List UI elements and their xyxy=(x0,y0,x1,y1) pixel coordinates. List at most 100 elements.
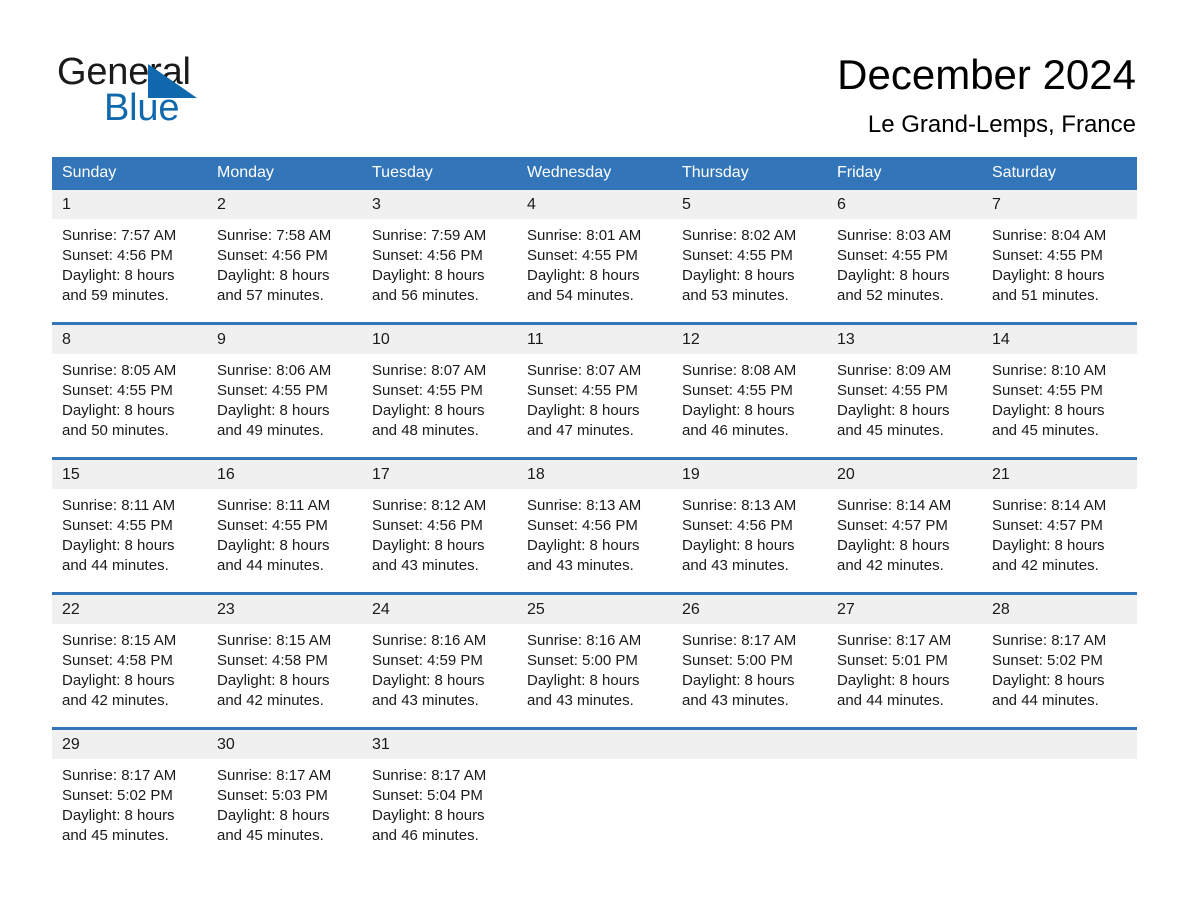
sunset-text: Sunset: 4:59 PM xyxy=(372,652,483,669)
day-cell[interactable]: Sunrise: 8:15 AM Sunset: 4:58 PM Dayligh… xyxy=(207,624,362,729)
day-number[interactable]: 6 xyxy=(827,190,982,219)
day-number[interactable]: 19 xyxy=(672,457,827,489)
day-number[interactable]: 26 xyxy=(672,592,827,624)
day-cell[interactable]: Sunrise: 8:17 AM Sunset: 5:02 PM Dayligh… xyxy=(982,624,1137,729)
day-cell[interactable]: Sunrise: 8:03 AM Sunset: 4:55 PM Dayligh… xyxy=(827,219,982,324)
day-cell[interactable]: Sunrise: 8:12 AM Sunset: 4:56 PM Dayligh… xyxy=(362,489,517,594)
day-cell[interactable]: Sunrise: 7:59 AM Sunset: 4:56 PM Dayligh… xyxy=(362,219,517,324)
day-cell[interactable]: Sunrise: 8:07 AM Sunset: 4:55 PM Dayligh… xyxy=(517,354,672,459)
day-number[interactable]: 14 xyxy=(982,322,1137,354)
day-number[interactable]: 23 xyxy=(207,592,362,624)
day-number[interactable]: 25 xyxy=(517,592,672,624)
day-cell[interactable]: Sunrise: 8:11 AM Sunset: 4:55 PM Dayligh… xyxy=(52,489,207,594)
daylight-text-line1: Daylight: 8 hours xyxy=(992,267,1105,284)
sunrise-text: Sunrise: 8:16 AM xyxy=(527,632,642,649)
day-number[interactable]: 7 xyxy=(982,190,1137,219)
day-cell[interactable]: Sunrise: 8:13 AM Sunset: 4:56 PM Dayligh… xyxy=(672,489,827,594)
page-title: December 2024 xyxy=(837,51,1136,98)
day-cell[interactable]: Sunrise: 8:11 AM Sunset: 4:55 PM Dayligh… xyxy=(207,489,362,594)
day-number[interactable]: 28 xyxy=(982,592,1137,624)
day-cell[interactable]: Sunrise: 8:17 AM Sunset: 5:00 PM Dayligh… xyxy=(672,624,827,729)
sunrise-text: Sunrise: 8:04 AM xyxy=(992,227,1107,244)
sunrise-text: Sunrise: 8:07 AM xyxy=(372,362,487,379)
day-cell[interactable]: Sunrise: 8:13 AM Sunset: 4:56 PM Dayligh… xyxy=(517,489,672,594)
sunrise-text: Sunrise: 8:16 AM xyxy=(372,632,487,649)
daylight-text-line2: and 44 minutes. xyxy=(217,557,324,574)
day-cell[interactable]: Sunrise: 8:14 AM Sunset: 4:57 PM Dayligh… xyxy=(982,489,1137,594)
day-number[interactable]: 31 xyxy=(362,727,517,759)
day-number[interactable]: 15 xyxy=(52,457,207,489)
daylight-text-line2: and 45 minutes. xyxy=(62,827,169,844)
daylight-text-line1: Daylight: 8 hours xyxy=(837,537,950,554)
day-cell[interactable]: Sunrise: 8:14 AM Sunset: 4:57 PM Dayligh… xyxy=(827,489,982,594)
day-cell[interactable]: Sunrise: 7:57 AM Sunset: 4:56 PM Dayligh… xyxy=(52,219,207,324)
daylight-text-line2: and 48 minutes. xyxy=(372,422,479,439)
day-cell[interactable]: Sunrise: 8:17 AM Sunset: 5:03 PM Dayligh… xyxy=(207,759,362,862)
weekday-header-sunday: Sunday xyxy=(52,157,207,190)
day-number[interactable]: 16 xyxy=(207,457,362,489)
sunrise-text: Sunrise: 8:13 AM xyxy=(527,497,642,514)
day-number[interactable]: 21 xyxy=(982,457,1137,489)
day-number[interactable]: 22 xyxy=(52,592,207,624)
sunset-text: Sunset: 4:56 PM xyxy=(372,247,483,264)
day-number[interactable]: 20 xyxy=(827,457,982,489)
day-number[interactable]: 5 xyxy=(672,190,827,219)
day-number[interactable]: 4 xyxy=(517,190,672,219)
sunset-text: Sunset: 5:04 PM xyxy=(372,787,483,804)
sunset-text: Sunset: 4:55 PM xyxy=(682,247,793,264)
day-cell[interactable]: Sunrise: 8:17 AM Sunset: 5:01 PM Dayligh… xyxy=(827,624,982,729)
day-cell[interactable]: Sunrise: 8:01 AM Sunset: 4:55 PM Dayligh… xyxy=(517,219,672,324)
sunset-text: Sunset: 4:55 PM xyxy=(992,382,1103,399)
sunrise-text: Sunrise: 8:17 AM xyxy=(837,632,952,649)
day-number[interactable]: 29 xyxy=(52,727,207,759)
day-cell[interactable]: Sunrise: 8:04 AM Sunset: 4:55 PM Dayligh… xyxy=(982,219,1137,324)
day-cell[interactable]: Sunrise: 8:17 AM Sunset: 5:04 PM Dayligh… xyxy=(362,759,517,862)
day-number[interactable]: 11 xyxy=(517,322,672,354)
sunset-text: Sunset: 5:01 PM xyxy=(837,652,948,669)
sunset-text: Sunset: 5:02 PM xyxy=(62,787,173,804)
sunrise-text: Sunrise: 8:14 AM xyxy=(837,497,952,514)
daylight-text-line1: Daylight: 8 hours xyxy=(837,267,950,284)
day-number[interactable]: 24 xyxy=(362,592,517,624)
daylight-text-line2: and 43 minutes. xyxy=(682,692,789,709)
day-number[interactable]: 10 xyxy=(362,322,517,354)
general-blue-logo[interactable]: General Blue xyxy=(57,52,317,132)
calendar-header: Sunday Monday Tuesday Wednesday Thursday… xyxy=(52,157,1137,190)
day-number[interactable]: 2 xyxy=(207,190,362,219)
day-cell[interactable]: Sunrise: 8:07 AM Sunset: 4:55 PM Dayligh… xyxy=(362,354,517,459)
day-number[interactable]: 12 xyxy=(672,322,827,354)
logo-text-blue: Blue xyxy=(104,87,180,129)
day-cell[interactable]: Sunrise: 7:58 AM Sunset: 4:56 PM Dayligh… xyxy=(207,219,362,324)
day-cell[interactable]: Sunrise: 8:05 AM Sunset: 4:55 PM Dayligh… xyxy=(52,354,207,459)
day-cell[interactable]: Sunrise: 8:02 AM Sunset: 4:55 PM Dayligh… xyxy=(672,219,827,324)
sunset-text: Sunset: 4:55 PM xyxy=(62,517,173,534)
day-cell[interactable]: Sunrise: 8:06 AM Sunset: 4:55 PM Dayligh… xyxy=(207,354,362,459)
day-number[interactable]: 18 xyxy=(517,457,672,489)
sunset-text: Sunset: 5:02 PM xyxy=(992,652,1103,669)
day-cell[interactable]: Sunrise: 8:15 AM Sunset: 4:58 PM Dayligh… xyxy=(52,624,207,729)
sunrise-text: Sunrise: 8:17 AM xyxy=(62,767,177,784)
day-number[interactable]: 13 xyxy=(827,322,982,354)
day-cell[interactable]: Sunrise: 8:09 AM Sunset: 4:55 PM Dayligh… xyxy=(827,354,982,459)
day-cell[interactable]: Sunrise: 8:10 AM Sunset: 4:55 PM Dayligh… xyxy=(982,354,1137,459)
day-cell[interactable]: Sunrise: 8:16 AM Sunset: 4:59 PM Dayligh… xyxy=(362,624,517,729)
day-number[interactable]: 9 xyxy=(207,322,362,354)
day-cell[interactable]: Sunrise: 8:08 AM Sunset: 4:55 PM Dayligh… xyxy=(672,354,827,459)
day-cell[interactable]: Sunrise: 8:17 AM Sunset: 5:02 PM Dayligh… xyxy=(52,759,207,862)
sunset-text: Sunset: 4:57 PM xyxy=(837,517,948,534)
daylight-text-line2: and 43 minutes. xyxy=(372,557,479,574)
day-number[interactable]: 1 xyxy=(52,190,207,219)
date-number-row: 22 23 24 25 26 27 28 xyxy=(52,592,1137,624)
day-number[interactable]: 3 xyxy=(362,190,517,219)
day-number[interactable]: 17 xyxy=(362,457,517,489)
sunset-text: Sunset: 5:00 PM xyxy=(527,652,638,669)
daylight-text-line2: and 43 minutes. xyxy=(682,557,789,574)
sunrise-text: Sunrise: 8:06 AM xyxy=(217,362,332,379)
day-number[interactable]: 8 xyxy=(52,322,207,354)
day-cell[interactable]: Sunrise: 8:16 AM Sunset: 5:00 PM Dayligh… xyxy=(517,624,672,729)
day-detail-row: Sunrise: 7:57 AM Sunset: 4:56 PM Dayligh… xyxy=(52,219,1137,324)
daylight-text-line1: Daylight: 8 hours xyxy=(682,267,795,284)
sunset-text: Sunset: 5:03 PM xyxy=(217,787,328,804)
day-number[interactable]: 27 xyxy=(827,592,982,624)
day-number[interactable]: 30 xyxy=(207,727,362,759)
